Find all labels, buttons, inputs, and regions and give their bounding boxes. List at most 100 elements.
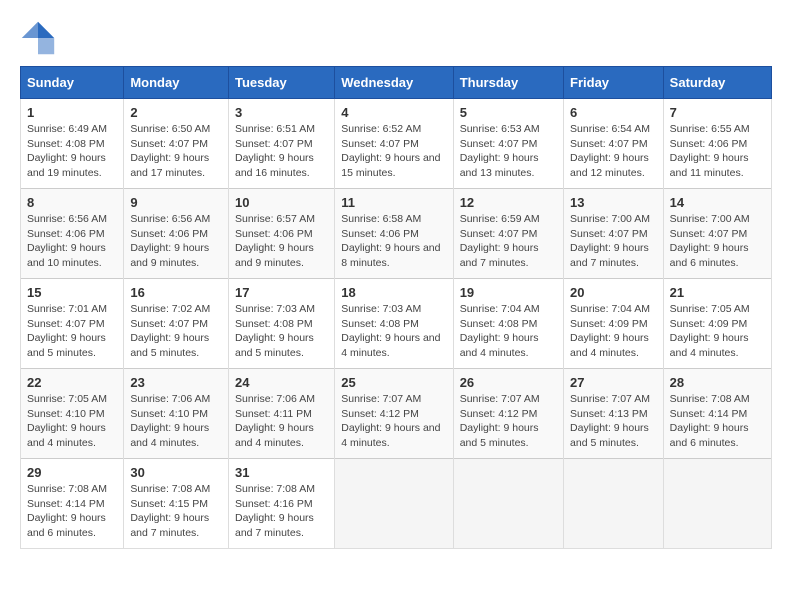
- day-info: Sunrise: 6:51 AM Sunset: 4:07 PM Dayligh…: [235, 122, 328, 181]
- calendar-cell: 9 Sunrise: 6:56 AM Sunset: 4:06 PM Dayli…: [124, 189, 229, 279]
- calendar-header: SundayMondayTuesdayWednesdayThursdayFrid…: [21, 67, 772, 99]
- day-number: 29: [27, 465, 117, 480]
- logo: [20, 20, 60, 56]
- calendar-cell: 8 Sunrise: 6:56 AM Sunset: 4:06 PM Dayli…: [21, 189, 124, 279]
- weekday-header-friday: Friday: [564, 67, 664, 99]
- day-info: Sunrise: 7:08 AM Sunset: 4:14 PM Dayligh…: [670, 392, 765, 451]
- calendar-cell: [663, 459, 771, 549]
- weekday-header-wednesday: Wednesday: [335, 67, 453, 99]
- day-info: Sunrise: 7:06 AM Sunset: 4:10 PM Dayligh…: [130, 392, 222, 451]
- day-number: 22: [27, 375, 117, 390]
- day-number: 26: [460, 375, 557, 390]
- day-number: 23: [130, 375, 222, 390]
- day-info: Sunrise: 7:08 AM Sunset: 4:14 PM Dayligh…: [27, 482, 117, 541]
- weekday-header-saturday: Saturday: [663, 67, 771, 99]
- calendar-cell: 7 Sunrise: 6:55 AM Sunset: 4:06 PM Dayli…: [663, 99, 771, 189]
- day-number: 11: [341, 195, 446, 210]
- calendar-cell: 12 Sunrise: 6:59 AM Sunset: 4:07 PM Dayl…: [453, 189, 563, 279]
- day-info: Sunrise: 7:01 AM Sunset: 4:07 PM Dayligh…: [27, 302, 117, 361]
- calendar-cell: 2 Sunrise: 6:50 AM Sunset: 4:07 PM Dayli…: [124, 99, 229, 189]
- calendar-cell: 5 Sunrise: 6:53 AM Sunset: 4:07 PM Dayli…: [453, 99, 563, 189]
- day-number: 10: [235, 195, 328, 210]
- day-number: 30: [130, 465, 222, 480]
- calendar-cell: 10 Sunrise: 6:57 AM Sunset: 4:06 PM Dayl…: [228, 189, 334, 279]
- day-info: Sunrise: 6:52 AM Sunset: 4:07 PM Dayligh…: [341, 122, 446, 181]
- day-info: Sunrise: 7:04 AM Sunset: 4:08 PM Dayligh…: [460, 302, 557, 361]
- day-info: Sunrise: 6:54 AM Sunset: 4:07 PM Dayligh…: [570, 122, 657, 181]
- day-number: 27: [570, 375, 657, 390]
- day-number: 7: [670, 105, 765, 120]
- day-number: 21: [670, 285, 765, 300]
- calendar-cell: 1 Sunrise: 6:49 AM Sunset: 4:08 PM Dayli…: [21, 99, 124, 189]
- day-info: Sunrise: 6:55 AM Sunset: 4:06 PM Dayligh…: [670, 122, 765, 181]
- day-info: Sunrise: 6:50 AM Sunset: 4:07 PM Dayligh…: [130, 122, 222, 181]
- day-number: 28: [670, 375, 765, 390]
- calendar-cell: 11 Sunrise: 6:58 AM Sunset: 4:06 PM Dayl…: [335, 189, 453, 279]
- calendar-cell: [335, 459, 453, 549]
- day-info: Sunrise: 7:03 AM Sunset: 4:08 PM Dayligh…: [341, 302, 446, 361]
- calendar-cell: 24 Sunrise: 7:06 AM Sunset: 4:11 PM Dayl…: [228, 369, 334, 459]
- calendar-cell: 23 Sunrise: 7:06 AM Sunset: 4:10 PM Dayl…: [124, 369, 229, 459]
- day-number: 5: [460, 105, 557, 120]
- calendar-cell: 26 Sunrise: 7:07 AM Sunset: 4:12 PM Dayl…: [453, 369, 563, 459]
- page-header: [20, 20, 772, 56]
- day-info: Sunrise: 7:08 AM Sunset: 4:16 PM Dayligh…: [235, 482, 328, 541]
- day-number: 20: [570, 285, 657, 300]
- day-number: 4: [341, 105, 446, 120]
- calendar-cell: 30 Sunrise: 7:08 AM Sunset: 4:15 PM Dayl…: [124, 459, 229, 549]
- weekday-header-row: SundayMondayTuesdayWednesdayThursdayFrid…: [21, 67, 772, 99]
- calendar-cell: 29 Sunrise: 7:08 AM Sunset: 4:14 PM Dayl…: [21, 459, 124, 549]
- calendar-cell: 15 Sunrise: 7:01 AM Sunset: 4:07 PM Dayl…: [21, 279, 124, 369]
- calendar-cell: [564, 459, 664, 549]
- day-number: 15: [27, 285, 117, 300]
- calendar-cell: 28 Sunrise: 7:08 AM Sunset: 4:14 PM Dayl…: [663, 369, 771, 459]
- day-number: 8: [27, 195, 117, 210]
- day-info: Sunrise: 6:49 AM Sunset: 4:08 PM Dayligh…: [27, 122, 117, 181]
- day-info: Sunrise: 6:56 AM Sunset: 4:06 PM Dayligh…: [130, 212, 222, 271]
- calendar-cell: 25 Sunrise: 7:07 AM Sunset: 4:12 PM Dayl…: [335, 369, 453, 459]
- calendar-cell: 22 Sunrise: 7:05 AM Sunset: 4:10 PM Dayl…: [21, 369, 124, 459]
- day-number: 31: [235, 465, 328, 480]
- calendar-cell: 13 Sunrise: 7:00 AM Sunset: 4:07 PM Dayl…: [564, 189, 664, 279]
- day-number: 13: [570, 195, 657, 210]
- day-info: Sunrise: 7:06 AM Sunset: 4:11 PM Dayligh…: [235, 392, 328, 451]
- logo-icon: [20, 20, 56, 56]
- weekday-header-tuesday: Tuesday: [228, 67, 334, 99]
- day-info: Sunrise: 7:00 AM Sunset: 4:07 PM Dayligh…: [670, 212, 765, 271]
- day-number: 18: [341, 285, 446, 300]
- calendar-cell: 19 Sunrise: 7:04 AM Sunset: 4:08 PM Dayl…: [453, 279, 563, 369]
- calendar-cell: 20 Sunrise: 7:04 AM Sunset: 4:09 PM Dayl…: [564, 279, 664, 369]
- day-info: Sunrise: 7:03 AM Sunset: 4:08 PM Dayligh…: [235, 302, 328, 361]
- calendar-table: SundayMondayTuesdayWednesdayThursdayFrid…: [20, 66, 772, 549]
- day-number: 24: [235, 375, 328, 390]
- day-number: 12: [460, 195, 557, 210]
- calendar-cell: 4 Sunrise: 6:52 AM Sunset: 4:07 PM Dayli…: [335, 99, 453, 189]
- calendar-cell: 6 Sunrise: 6:54 AM Sunset: 4:07 PM Dayli…: [564, 99, 664, 189]
- day-number: 9: [130, 195, 222, 210]
- calendar-body: 1 Sunrise: 6:49 AM Sunset: 4:08 PM Dayli…: [21, 99, 772, 549]
- day-info: Sunrise: 6:59 AM Sunset: 4:07 PM Dayligh…: [460, 212, 557, 271]
- weekday-header-sunday: Sunday: [21, 67, 124, 99]
- day-info: Sunrise: 7:07 AM Sunset: 4:13 PM Dayligh…: [570, 392, 657, 451]
- calendar-cell: 14 Sunrise: 7:00 AM Sunset: 4:07 PM Dayl…: [663, 189, 771, 279]
- day-number: 17: [235, 285, 328, 300]
- day-info: Sunrise: 6:58 AM Sunset: 4:06 PM Dayligh…: [341, 212, 446, 271]
- day-info: Sunrise: 6:57 AM Sunset: 4:06 PM Dayligh…: [235, 212, 328, 271]
- day-info: Sunrise: 7:08 AM Sunset: 4:15 PM Dayligh…: [130, 482, 222, 541]
- weekday-header-thursday: Thursday: [453, 67, 563, 99]
- calendar-week-row: 15 Sunrise: 7:01 AM Sunset: 4:07 PM Dayl…: [21, 279, 772, 369]
- calendar-cell: 16 Sunrise: 7:02 AM Sunset: 4:07 PM Dayl…: [124, 279, 229, 369]
- calendar-cell: 18 Sunrise: 7:03 AM Sunset: 4:08 PM Dayl…: [335, 279, 453, 369]
- calendar-week-row: 1 Sunrise: 6:49 AM Sunset: 4:08 PM Dayli…: [21, 99, 772, 189]
- day-number: 1: [27, 105, 117, 120]
- day-number: 3: [235, 105, 328, 120]
- day-number: 19: [460, 285, 557, 300]
- weekday-header-monday: Monday: [124, 67, 229, 99]
- day-number: 6: [570, 105, 657, 120]
- calendar-cell: 21 Sunrise: 7:05 AM Sunset: 4:09 PM Dayl…: [663, 279, 771, 369]
- calendar-cell: 31 Sunrise: 7:08 AM Sunset: 4:16 PM Dayl…: [228, 459, 334, 549]
- calendar-week-row: 22 Sunrise: 7:05 AM Sunset: 4:10 PM Dayl…: [21, 369, 772, 459]
- calendar-week-row: 29 Sunrise: 7:08 AM Sunset: 4:14 PM Dayl…: [21, 459, 772, 549]
- day-info: Sunrise: 7:00 AM Sunset: 4:07 PM Dayligh…: [570, 212, 657, 271]
- calendar-cell: 27 Sunrise: 7:07 AM Sunset: 4:13 PM Dayl…: [564, 369, 664, 459]
